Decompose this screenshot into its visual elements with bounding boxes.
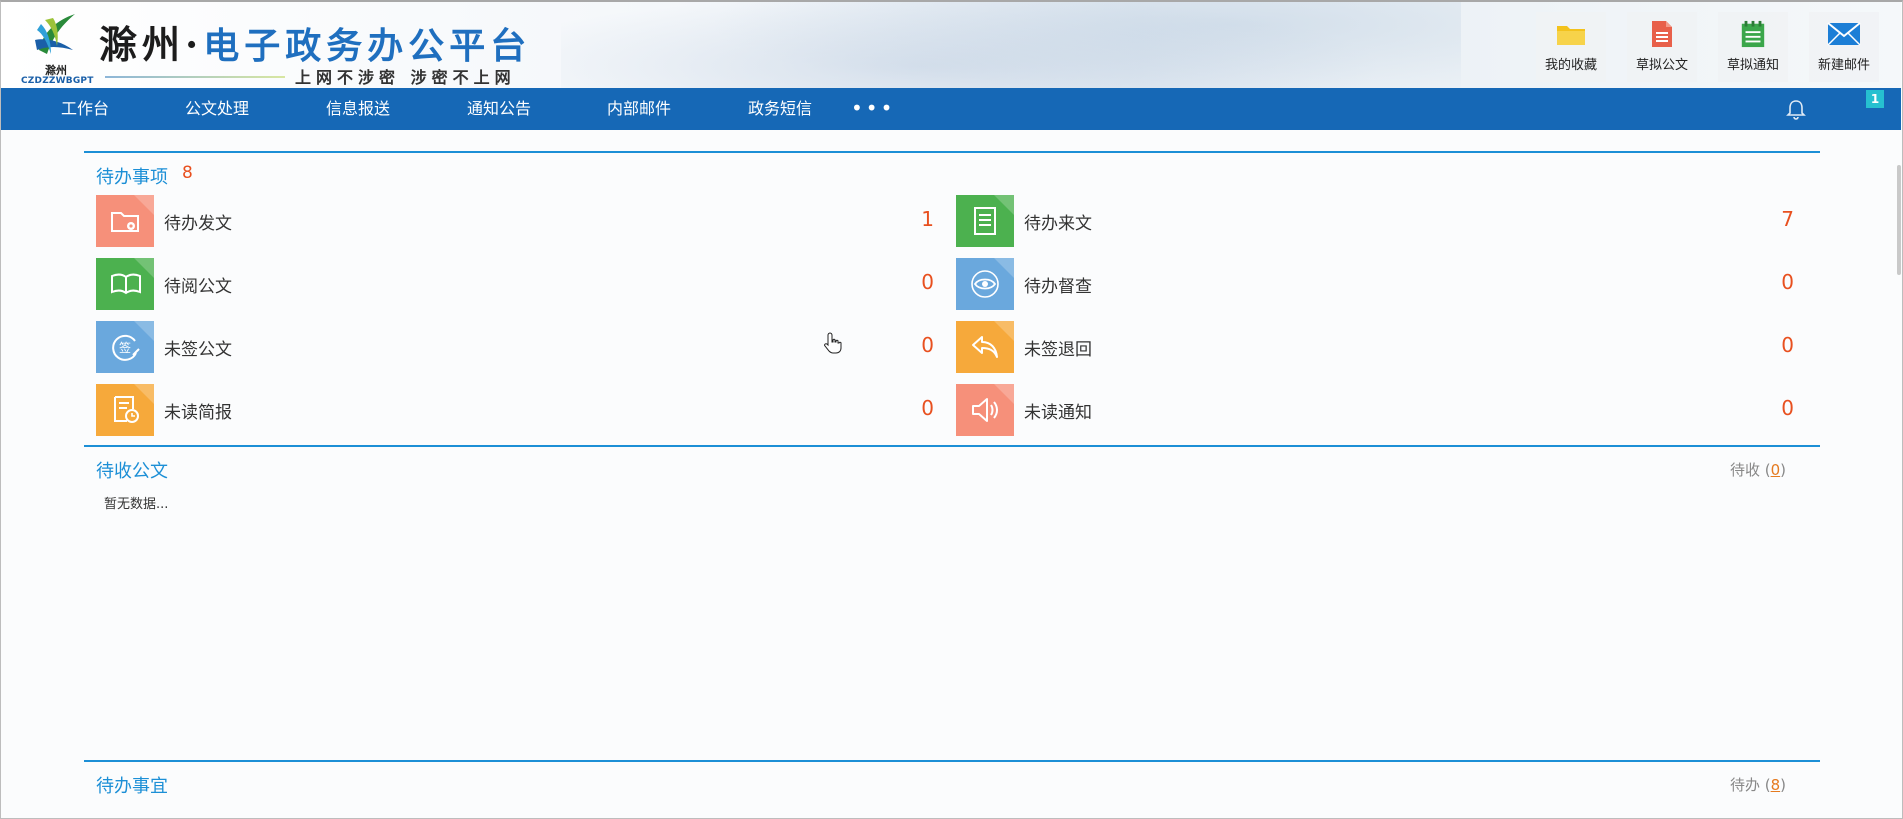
open-book-icon [111, 273, 141, 295]
eye-icon [971, 270, 999, 298]
receive-panel: 待收公文 待收 (0) 暂无数据... [84, 445, 1820, 761]
todo-panel: 待办事项 8 待办发文 1 待阅公文 0 签 未签公文 0 未读简报 0 待办来… [84, 151, 1820, 445]
todo-item-label: 待办来文 [1024, 214, 1092, 234]
folder-icon [1557, 26, 1585, 45]
pending-summary[interactable]: 待办 (8) [1730, 774, 1786, 795]
receive-summary-count[interactable]: 0 [1771, 461, 1781, 479]
todo-item-label: 未读通知 [1024, 403, 1092, 423]
empty-state: 暂无数据... [104, 497, 169, 512]
todo-item-unsigned-returned[interactable]: 未签退回 0 [956, 321, 1794, 373]
todo-tile: 签 [96, 321, 154, 373]
todo-item-label: 待办督查 [1024, 277, 1092, 297]
document-draft-icon [1652, 21, 1672, 47]
title-underline [105, 76, 285, 78]
nav-item-document-processing[interactable]: 公文处理 [185, 88, 249, 130]
title-platform: 电子政务办公平台 [203, 25, 532, 67]
todo-item-label: 未签公文 [164, 340, 232, 360]
nav-item-info-reporting[interactable]: 信息报送 [326, 88, 390, 130]
todo-item-count[interactable]: 0 [921, 396, 934, 420]
todo-item-to-read[interactable]: 待阅公文 0 [96, 258, 934, 310]
todo-tile [96, 384, 154, 436]
todo-item-label: 待办发文 [164, 214, 232, 234]
notepad-icon [1741, 20, 1765, 48]
main-nav: 工作台 公文处理 信息报送 通知公告 内部邮件 政务短信 ••• [1, 88, 1901, 130]
todo-item-count[interactable]: 0 [921, 333, 934, 357]
logo-emblem-icon [35, 14, 75, 54]
sign-icon: 签 [112, 334, 140, 361]
pending-summary-label: 待办 [1729, 776, 1760, 794]
platform-subtitle: 上网不涉密 涉密不上网 [295, 68, 516, 87]
todo-item-count[interactable]: 7 [1781, 207, 1794, 231]
quick-draft-notice[interactable]: 草拟通知 [1718, 12, 1788, 82]
title-city: 滁州 [99, 22, 186, 67]
pending-title[interactable]: 待办事宜 [96, 772, 168, 798]
todo-item-count[interactable]: 0 [1781, 396, 1794, 420]
todo-tile [956, 384, 1014, 436]
todo-item-count[interactable]: 1 [921, 207, 934, 231]
pending-summary-count[interactable]: 8 [1771, 776, 1781, 794]
title-dot: · [185, 22, 204, 67]
todo-item-count[interactable]: 0 [1781, 333, 1794, 357]
quick-draft-document[interactable]: 草拟公文 [1627, 12, 1697, 82]
document-lines-icon [974, 207, 996, 235]
platform-title: 滁州·电子政务办公平台 [99, 14, 531, 69]
folder-gear-icon [111, 212, 139, 232]
reply-arrow-icon [972, 336, 998, 358]
todo-tile [956, 195, 1014, 247]
quick-my-favorites[interactable]: 我的收藏 [1536, 12, 1606, 82]
todo-item-unread-notice[interactable]: 未读通知 0 [956, 384, 1794, 436]
hand-cursor-icon [824, 332, 842, 354]
quick-my-favorites-label: 我的收藏 [1544, 58, 1597, 73]
report-clock-icon [114, 396, 139, 423]
todo-tile [96, 258, 154, 310]
quick-new-mail-label: 新建邮件 [1817, 58, 1870, 73]
logo-abbr: CZDZZWBGPT [21, 76, 94, 86]
header: 滁州 CZDZZWBGPT 滁州·电子政务办公平台 上网不涉密 涉密不上网 我的… [1, 2, 1901, 88]
quick-new-mail[interactable]: 新建邮件 [1809, 12, 1879, 82]
bell-icon[interactable] [1785, 98, 1807, 120]
todo-tile [96, 195, 154, 247]
todo-count: 8 [182, 163, 193, 183]
quick-draft-document-label: 草拟公文 [1635, 58, 1688, 73]
receive-summary[interactable]: 待收 (0) [1730, 459, 1786, 480]
notification-badge[interactable]: 1 [1866, 90, 1884, 108]
todo-item-incoming[interactable]: 待办来文 7 [956, 195, 1794, 247]
todo-item-supervision[interactable]: 待办督查 0 [956, 258, 1794, 310]
envelope-icon [1827, 22, 1861, 46]
nav-item-internal-mail[interactable]: 内部邮件 [607, 88, 671, 130]
todo-item-count[interactable]: 0 [921, 270, 934, 294]
nav-item-notices[interactable]: 通知公告 [467, 88, 531, 130]
todo-item-briefing[interactable]: 未读简报 0 [96, 384, 934, 436]
todo-tile [956, 258, 1014, 310]
todo-item-unsigned[interactable]: 签 未签公文 0 [96, 321, 934, 373]
svg-text:签: 签 [119, 340, 131, 355]
todo-item-count[interactable]: 0 [1781, 270, 1794, 294]
nav-item-workbench[interactable]: 工作台 [61, 88, 109, 130]
scrollbar[interactable] [1897, 165, 1901, 275]
todo-item-label: 未签退回 [1024, 340, 1092, 360]
todo-item-label: 待阅公文 [164, 277, 232, 297]
nav-item-sms[interactable]: 政务短信 [748, 88, 812, 130]
nav-more-button[interactable]: ••• [851, 88, 895, 130]
todo-item-outgoing[interactable]: 待办发文 1 [96, 195, 934, 247]
quick-draft-notice-label: 草拟通知 [1726, 58, 1779, 73]
header-background [561, 2, 1461, 88]
pending-panel: 待办事宜 待办 (8) [84, 760, 1820, 816]
receive-title[interactable]: 待收公文 [96, 457, 168, 483]
todo-tile [956, 321, 1014, 373]
logo[interactable]: 滁州 CZDZZWBGPT [21, 8, 94, 86]
todo-title: 待办事项 [96, 167, 168, 188]
todo-item-label: 未读简报 [164, 403, 232, 423]
speaker-icon [972, 398, 998, 422]
receive-summary-label: 待收 [1729, 461, 1760, 479]
